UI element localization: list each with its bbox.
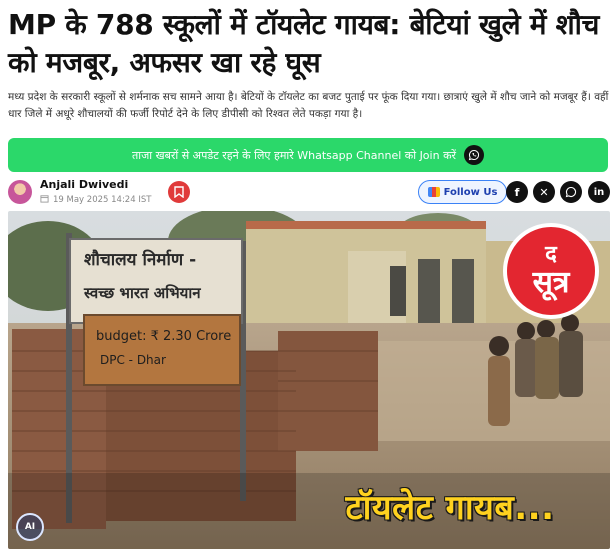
hero-overlay-caption: टॉयलेट गायब... — [345, 488, 555, 528]
sign-line-1: शौचालय निर्माण - — [84, 250, 197, 270]
bookmark-icon — [174, 186, 184, 198]
linkedin-button[interactable]: in — [588, 181, 610, 203]
publish-date: 19 May 2025 14:24 IST — [40, 194, 151, 206]
the-sootr-logo: द सूत्र — [503, 223, 599, 319]
google-news-icon — [427, 187, 440, 197]
linkedin-icon: in — [593, 186, 605, 198]
x-button[interactable]: ✕ — [533, 181, 555, 203]
bookmark-button[interactable] — [168, 181, 190, 203]
hero-image[interactable]: शौचालय निर्माण - स्वच्छ भारत अभियान budg… — [8, 211, 610, 549]
logo-line-1: द — [545, 242, 557, 267]
whatsapp-icon — [464, 145, 485, 165]
sign-line-3: budget: ₹ 2.30 Crore — [96, 329, 232, 344]
whatsapp-share-button[interactable] — [560, 181, 582, 203]
sign-line-2: स्वच्छ भारत अभियान — [84, 284, 201, 302]
whatsapp-banner-label: ताजा खबरों से अपडेट रहने के लिए हमारे Wh… — [131, 148, 457, 162]
whatsapp-channel-banner[interactable]: ताजा खबरों से अपडेट रहने के लिए हमारे Wh… — [8, 138, 608, 172]
calendar-icon — [40, 194, 49, 206]
article-headline: MP के 788 स्कूलों में टॉयलेट गायब: बेटिय… — [8, 8, 600, 79]
ai-badge-icon: AI — [16, 513, 44, 541]
whatsapp-icon — [565, 186, 577, 198]
sign-line-4: DPC - Dhar — [100, 353, 166, 367]
logo-line-2: सूत्र — [532, 265, 570, 300]
x-icon: ✕ — [539, 185, 549, 199]
author-name[interactable]: Anjali Dwivedi — [40, 178, 128, 191]
follow-us-label: Follow Us — [443, 186, 498, 198]
article-summary: मध्य प्रदेश के सरकारी स्कूलों से शर्मनाक… — [8, 91, 609, 120]
publish-date-text: 19 May 2025 14:24 IST — [53, 195, 152, 205]
follow-us-button[interactable]: Follow Us — [418, 180, 507, 204]
facebook-button[interactable]: f — [506, 181, 528, 203]
byline: Anjali Dwivedi 19 May 2025 14:24 IST Fol… — [8, 178, 610, 208]
author-avatar[interactable] — [8, 180, 32, 204]
facebook-icon: f — [514, 185, 520, 199]
